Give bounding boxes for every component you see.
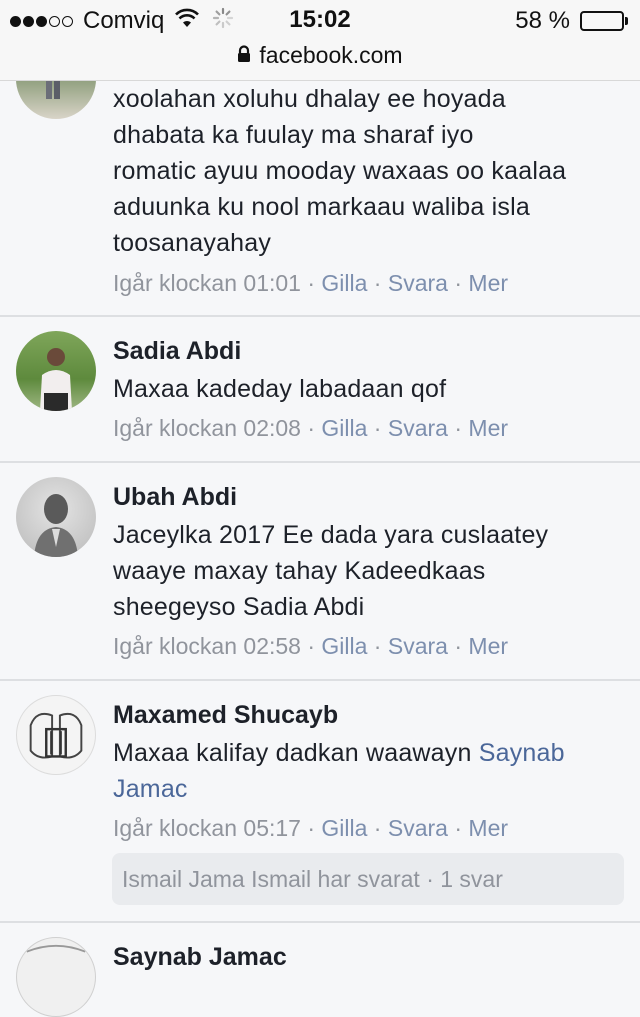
comment-line: Jaceylka 2017 Ee dada yara cuslaatey <box>113 521 549 549</box>
reply-link[interactable]: Svara <box>388 815 448 841</box>
comment-meta: Igår klockan 02:08 · Gilla · Svara · Mer <box>113 415 508 442</box>
comment-text: Jaceylka 2017 Ee dada yara cuslaatey waa… <box>113 517 633 625</box>
comments-list: xoolahan xoluhu dhalay ee hoyada dhabata… <box>0 39 640 1017</box>
comment-timestamp: Igår klockan 05:17 <box>113 815 301 841</box>
comment-author[interactable]: Sadia Abdi <box>113 337 241 366</box>
more-link[interactable]: Mer <box>468 815 508 841</box>
comment-meta: Igår klockan 02:58 · Gilla · Svara · Mer <box>113 633 508 660</box>
more-link[interactable]: Mer <box>468 270 508 296</box>
mention-link[interactable]: Jamac <box>113 775 188 803</box>
comment-line: aduunka ku nool markaau waliba isla <box>113 193 530 221</box>
comment-author[interactable]: Saynab Jamac <box>113 943 287 972</box>
separator: · <box>367 815 388 841</box>
separator: · <box>447 815 469 841</box>
view-replies-button[interactable]: Ismail Jama Ismail har svarat · 1 svar <box>112 853 624 905</box>
comment-item: Saynab Jamac <box>0 923 640 1017</box>
comment-item: Maxamed Shucayb Maxaa kalifay dadkan waa… <box>0 681 640 923</box>
comment-line: sheegeyso Sadia Abdi <box>113 593 365 621</box>
comment-item: Ubah Abdi Jaceylka 2017 Ee dada yara cus… <box>0 463 640 681</box>
separator: · <box>300 815 322 841</box>
comment-line: romatic ayuu mooday waxaas oo kaalaa <box>113 157 567 185</box>
comment-timestamp: Igår klockan 01:01 <box>113 270 301 296</box>
like-link[interactable]: Gilla <box>321 415 367 441</box>
avatar[interactable] <box>16 331 96 411</box>
battery-icon <box>580 11 628 31</box>
more-link[interactable]: Mer <box>468 633 508 659</box>
comment-item: Sadia Abdi Maxaa kadeday labadaan qof Ig… <box>0 317 640 463</box>
separator: · <box>367 270 388 296</box>
mention-link[interactable]: Saynab <box>479 739 565 767</box>
separator: · <box>447 270 469 296</box>
comment-text: Maxaa kalifay dadkan waawayn Saynab Jama… <box>113 735 633 807</box>
url-text: facebook.com <box>259 41 403 68</box>
more-link[interactable]: Mer <box>468 415 508 441</box>
battery-percent: 58 % <box>515 7 570 34</box>
separator: · <box>367 415 388 441</box>
status-right: 58 % <box>515 6 628 36</box>
separator: · <box>300 415 322 441</box>
like-link[interactable]: Gilla <box>321 815 367 841</box>
comment-line: waaye maxay tahay Kadeedkaas <box>113 557 486 585</box>
comment-text: xoolahan xoluhu dhalay ee hoyada dhabata… <box>113 81 633 261</box>
comment-timestamp: Igår klockan 02:58 <box>113 633 301 659</box>
avatar[interactable] <box>16 695 96 775</box>
reply-link[interactable]: Svara <box>388 633 448 659</box>
comment-meta: Igår klockan 01:01 · Gilla · Svara · Mer <box>113 270 508 297</box>
like-link[interactable]: Gilla <box>321 633 367 659</box>
reply-link[interactable]: Svara <box>388 415 448 441</box>
comment-line: dhabata ka fuulay ma sharaf iyo <box>113 121 474 149</box>
comment-meta: Igår klockan 05:17 · Gilla · Svara · Mer <box>113 815 508 842</box>
browser-status-bar: Comviq 15:02 58 % facebook.com <box>0 0 640 81</box>
comment-line: Maxaa kalifay dadkan waawayn Saynab <box>113 735 633 771</box>
comment-author[interactable]: Ubah Abdi <box>113 483 237 512</box>
separator: · <box>300 270 322 296</box>
separator: · <box>367 633 388 659</box>
avatar[interactable] <box>16 477 96 557</box>
comment-line: toosanayahay <box>113 229 272 257</box>
comment-author[interactable]: Maxamed Shucayb <box>113 701 338 730</box>
reply-link[interactable]: Svara <box>388 270 448 296</box>
separator: · <box>447 633 469 659</box>
separator: · <box>300 633 322 659</box>
comment-item: xoolahan xoluhu dhalay ee hoyada dhabata… <box>0 39 640 317</box>
separator: · <box>447 415 469 441</box>
like-link[interactable]: Gilla <box>321 270 367 296</box>
comment-line: Jamac <box>113 771 633 807</box>
comment-timestamp: Igår klockan 02:08 <box>113 415 301 441</box>
comment-line: Maxaa kadeday labadaan qof <box>113 375 447 403</box>
avatar[interactable] <box>16 937 96 1017</box>
address-bar[interactable]: facebook.com <box>0 40 640 70</box>
comment-text-part: Maxaa kalifay dadkan waawayn <box>113 739 479 767</box>
lock-icon <box>237 42 251 69</box>
comment-text: Maxaa kadeday labadaan qof <box>113 371 633 407</box>
comment-line: xoolahan xoluhu dhalay ee hoyada <box>113 85 506 113</box>
